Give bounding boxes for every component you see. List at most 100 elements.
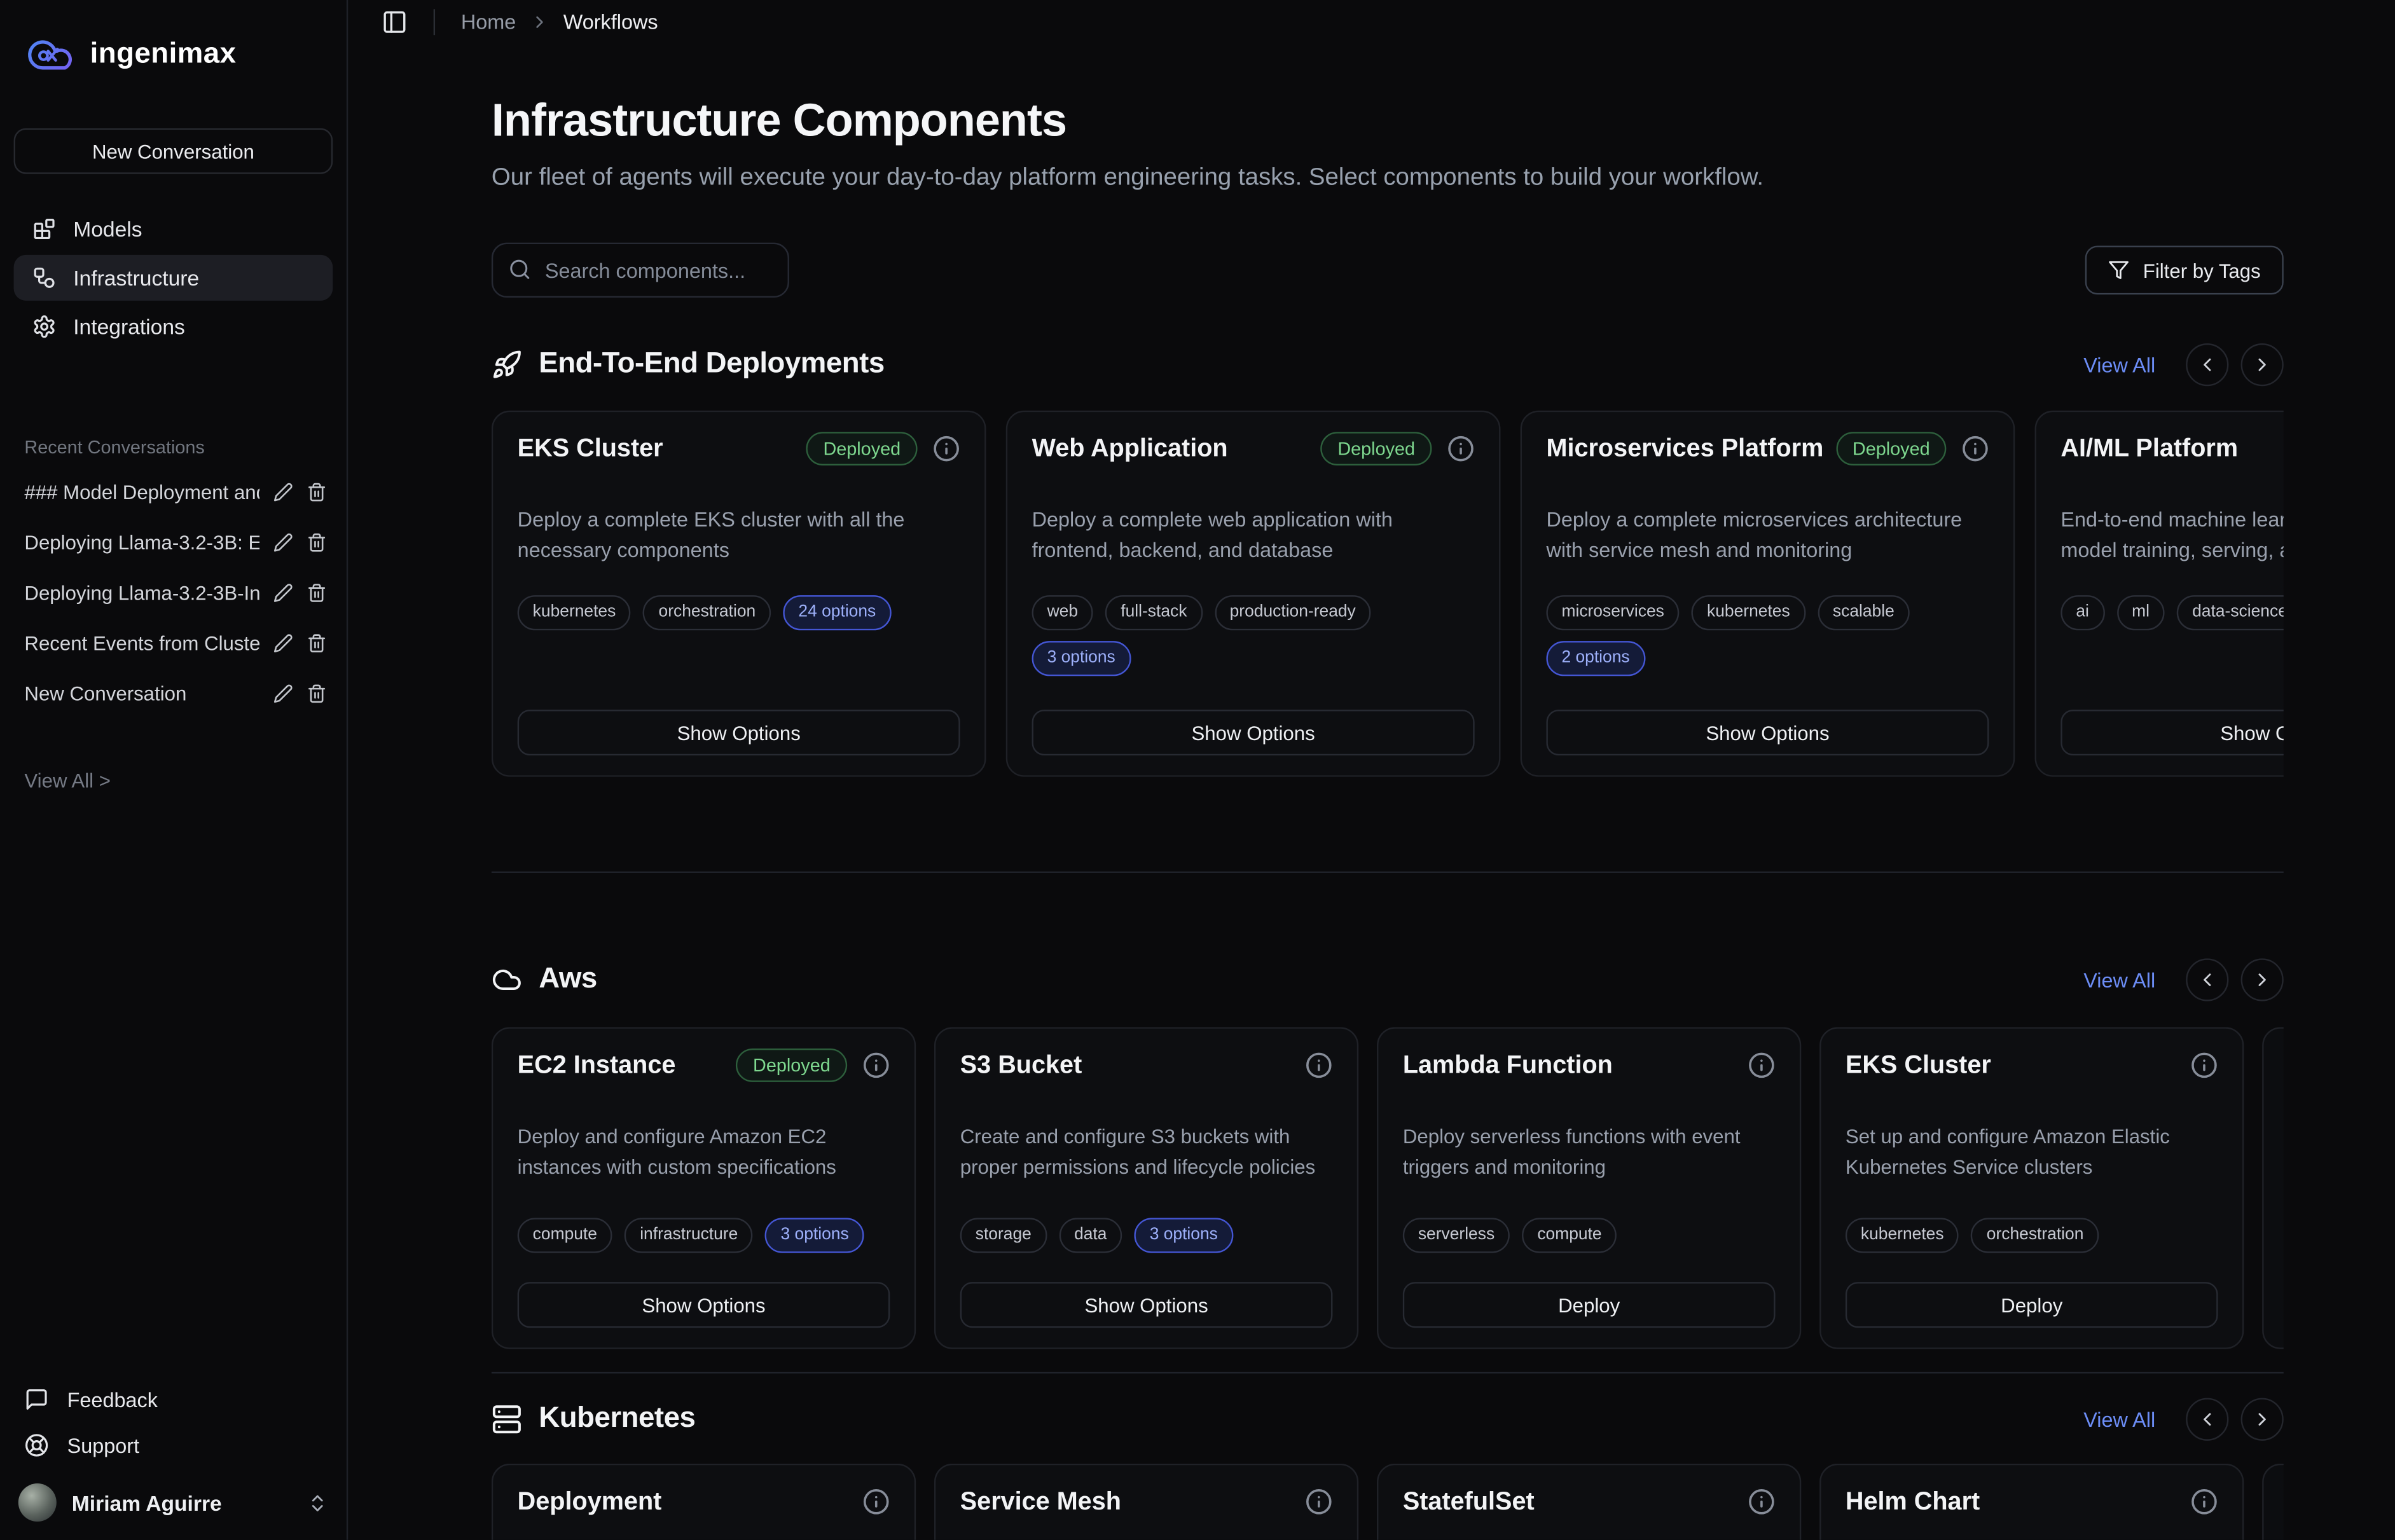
gear-icon (32, 314, 56, 338)
brand-logo-icon (24, 34, 76, 76)
info-icon[interactable] (2190, 1488, 2218, 1515)
pencil-icon[interactable] (273, 532, 293, 551)
pencil-icon[interactable] (273, 633, 293, 652)
conversation-title: Recent Events from Cluster: a (24, 631, 259, 654)
avatar (18, 1483, 57, 1522)
pencil-icon[interactable] (273, 683, 293, 703)
section-title: End-To-End Deployments (539, 348, 884, 382)
tag-pill: ml (2116, 595, 2165, 630)
component-card: S3 Bucket Create and configure S3 bucket… (934, 1027, 1358, 1349)
sidebar-item-label: Integrations (73, 314, 185, 338)
info-icon[interactable] (1447, 435, 1474, 462)
feedback-button[interactable]: Feedback (0, 1377, 347, 1422)
carousel-prev-button[interactable] (2186, 958, 2228, 1001)
info-icon[interactable] (1305, 1488, 1332, 1515)
component-card: EKS Cluster Deployed Deploy a complete E… (492, 411, 986, 777)
info-icon[interactable] (2190, 1052, 2218, 1079)
card-action-button[interactable]: Deploy (1846, 1282, 2218, 1328)
trash-icon[interactable] (307, 633, 326, 652)
breadcrumb-bar: Home Workflows (348, 0, 2395, 43)
card-title: EC2 Instance (518, 1048, 676, 1082)
conversation-item[interactable]: Deploying Llama-3.2-3B: Env (0, 526, 347, 557)
card-action-button[interactable]: Show Options (518, 710, 960, 755)
sidebar-item-integrations[interactable]: Integrations (14, 304, 333, 350)
conversation-item[interactable]: ### Model Deployment and P (0, 476, 347, 507)
card-title: EKS Cluster (1846, 1048, 1991, 1082)
tag-pill: compute (518, 1218, 612, 1253)
card-title: Service Mesh (960, 1485, 1121, 1518)
tag-pill: orchestration (644, 595, 771, 630)
view-all-link[interactable]: View All (2083, 1408, 2155, 1431)
cards-row: EKS Cluster Deployed Deploy a complete E… (492, 411, 2284, 777)
component-card: Helm Chart (1819, 1464, 2244, 1540)
view-all-link[interactable]: View All (2083, 354, 2155, 376)
tag-pill: kubernetes (1846, 1218, 1959, 1253)
chevron-right-icon (530, 11, 549, 31)
card-description: Create and configure S3 buckets with pro… (960, 1122, 1333, 1183)
user-menu[interactable]: Miriam Aguirre (0, 1468, 347, 1528)
section-header: End-To-End Deployments View All (492, 343, 2284, 386)
info-icon[interactable] (1305, 1052, 1332, 1079)
support-button[interactable]: Support (0, 1422, 347, 1468)
trash-icon[interactable] (307, 481, 326, 501)
info-icon[interactable] (1748, 1488, 1775, 1515)
card-description: Deploy a complete EKS cluster with all t… (518, 505, 960, 566)
filter-by-tags-button[interactable]: Filter by Tags (2085, 245, 2284, 294)
info-icon[interactable] (862, 1052, 890, 1079)
tag-pill: storage (960, 1218, 1047, 1253)
conversation-item[interactable]: Recent Events from Cluster: a (0, 628, 347, 658)
carousel-next-button[interactable] (2241, 958, 2284, 1001)
cloud-icon (492, 965, 522, 995)
info-icon[interactable] (862, 1488, 890, 1515)
card-action-button[interactable]: Deploy (1403, 1282, 1776, 1328)
sidebar-toggle-icon[interactable] (382, 8, 408, 34)
sidebar-item-infrastructure[interactable]: Infrastructure (14, 255, 333, 301)
pencil-icon[interactable] (273, 582, 293, 602)
tag-pill: full-stack (1105, 595, 1202, 630)
section-kubernetes: Kubernetes View All Deployment Service M… (492, 1398, 2284, 1540)
carousel-prev-button[interactable] (2186, 1398, 2228, 1441)
section-header: Aws View All (492, 958, 2284, 1001)
recent-conversations-heading: Recent Conversations (24, 436, 346, 458)
info-icon[interactable] (1962, 435, 1989, 462)
conversation-item[interactable]: New Conversation (0, 678, 347, 708)
search-input[interactable] (492, 243, 789, 298)
tag-pill: data-science (2177, 595, 2284, 630)
pencil-icon[interactable] (273, 481, 293, 501)
brand: ingenimax (0, 0, 347, 76)
view-all-link[interactable]: View All (2083, 968, 2155, 991)
filter-button-label: Filter by Tags (2143, 259, 2261, 282)
card-action-button[interactable]: Show Options (2060, 710, 2283, 755)
user-name: Miriam Aguirre (72, 1490, 292, 1515)
trash-icon[interactable] (307, 532, 326, 551)
life-buoy-icon (24, 1433, 48, 1457)
card-action-button[interactable]: Show Options (1032, 710, 1475, 755)
feedback-label: Feedback (67, 1388, 158, 1411)
card-tags: webfull-stackproduction-ready3 options (1032, 595, 1475, 676)
sidebar-item-models[interactable]: Models (14, 206, 333, 252)
card-tags: aimldata-science (2060, 595, 2283, 630)
card-tags: computeinfrastructure3 options (518, 1218, 890, 1253)
info-icon[interactable] (933, 435, 960, 462)
section-header: Kubernetes View All (492, 1398, 2284, 1441)
status-badge: Deployed (1836, 432, 1947, 465)
carousel-next-button[interactable] (2241, 343, 2284, 386)
info-icon[interactable] (1748, 1052, 1775, 1079)
conversation-title: ### Model Deployment and P (24, 480, 259, 503)
new-conversation-button[interactable]: New Conversation (14, 128, 333, 174)
breadcrumb-home[interactable]: Home (461, 10, 516, 33)
component-card: EC2 Instance Deployed Deploy and configu… (492, 1027, 916, 1349)
trash-icon[interactable] (307, 582, 326, 602)
trash-icon[interactable] (307, 683, 326, 703)
page-subtitle: Our fleet of agents will execute your da… (492, 162, 2284, 195)
card-action-button[interactable]: Show Options (960, 1282, 1333, 1328)
card-tags: serverlesscompute (1403, 1218, 1776, 1253)
card-description: End-to-end machine learning platform wit… (2060, 505, 2283, 566)
card-action-button[interactable]: Show Options (518, 1282, 890, 1328)
conversation-item[interactable]: Deploying Llama-3.2-3B-Inst (0, 577, 347, 607)
page-title: Infrastructure Components (492, 95, 2284, 149)
carousel-prev-button[interactable] (2186, 343, 2228, 386)
carousel-next-button[interactable] (2241, 1398, 2284, 1441)
card-action-button[interactable]: Show Options (1546, 710, 1989, 755)
sidebar-view-all-link[interactable]: View All > (24, 769, 346, 792)
